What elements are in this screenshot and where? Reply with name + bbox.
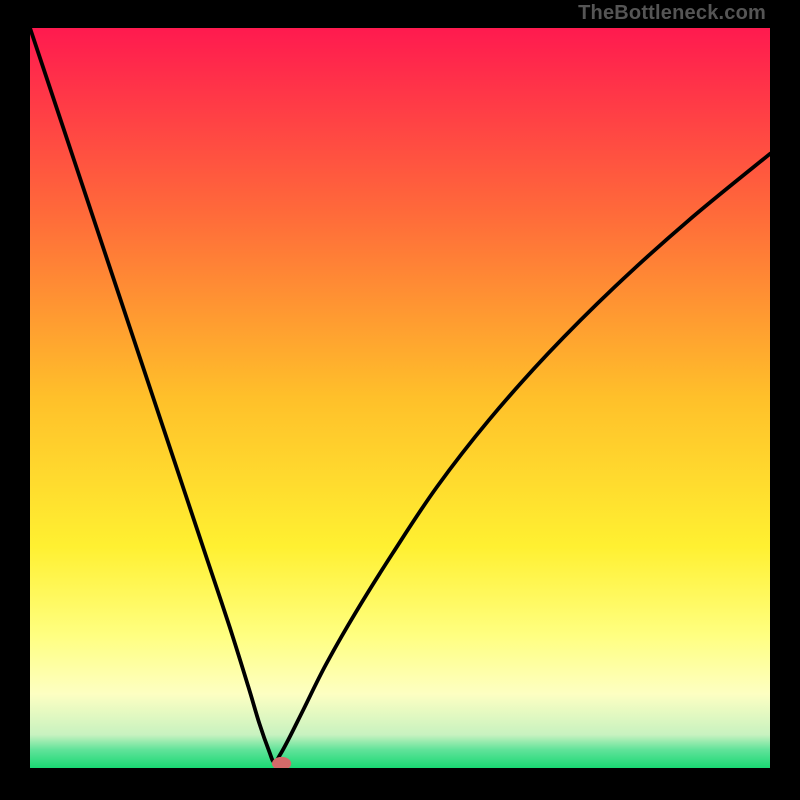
chart-svg bbox=[30, 28, 770, 768]
chart-plot-area bbox=[30, 28, 770, 768]
chart-frame: TheBottleneck.com bbox=[0, 0, 800, 800]
site-watermark: TheBottleneck.com bbox=[578, 2, 766, 25]
chart-background-gradient bbox=[30, 28, 770, 768]
